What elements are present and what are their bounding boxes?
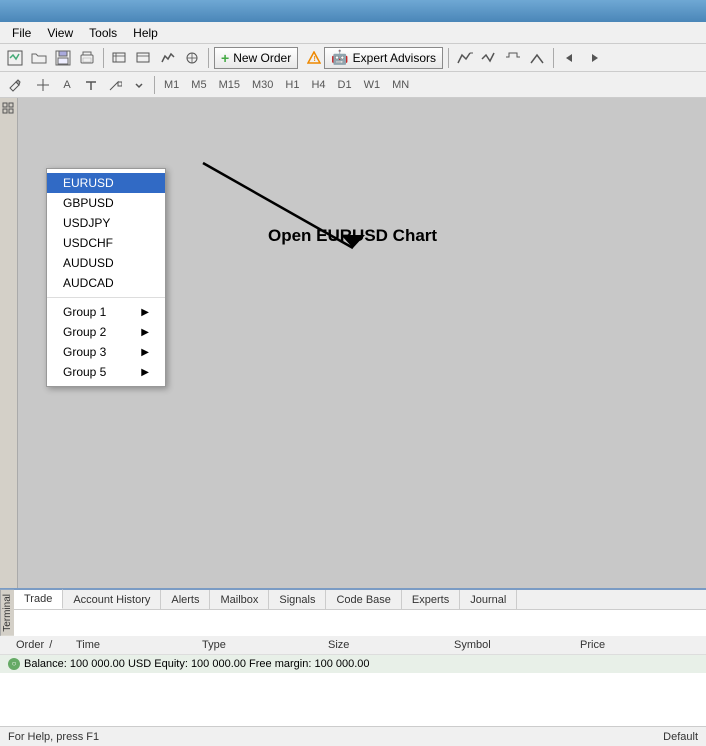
tf-mn[interactable]: MN — [387, 77, 414, 93]
submenu-arrow-group1: ▶ — [141, 307, 149, 318]
col-price: Price — [572, 638, 698, 652]
expert-advisors-button[interactable]: 🤖 Expert Advisors — [324, 47, 443, 69]
sep3 — [448, 48, 449, 68]
alert-icon: ! — [306, 50, 322, 66]
tb-text[interactable] — [80, 74, 102, 96]
dropdown-item-usdchf[interactable]: USDCHF — [47, 233, 165, 253]
col-order: Order / — [8, 638, 68, 652]
app: File View Tools Help — [0, 0, 706, 746]
tab-mailbox[interactable]: Mailbox — [210, 590, 269, 609]
symbol-dropdown-menu: EURUSD GBPUSD USDJPY USDCHF AUDUSD AUDCA… — [46, 168, 166, 387]
new-order-button[interactable]: + New Order — [214, 47, 298, 69]
submenu-arrow-group5: ▶ — [141, 367, 149, 378]
status-bar: For Help, press F1 Default — [0, 726, 706, 746]
menu-help[interactable]: Help — [125, 24, 166, 42]
tf-h4[interactable]: H4 — [306, 77, 330, 93]
tab-alerts[interactable]: Alerts — [161, 590, 210, 609]
tab-experts[interactable]: Experts — [402, 590, 460, 609]
terminal-panel-header: Terminal Trade Account History Alerts Ma… — [0, 590, 706, 636]
dropdown-item-gbpusd[interactable]: GBPUSD — [47, 193, 165, 213]
status-default-text: Default — [663, 731, 698, 743]
sidebar-icon1[interactable] — [2, 102, 16, 116]
tf-m15[interactable]: M15 — [214, 77, 245, 93]
tb-dropdown[interactable] — [128, 74, 150, 96]
tab-bar: Trade Account History Alerts Mailbox Sig… — [14, 590, 706, 610]
sep2 — [208, 48, 209, 68]
zoom-out-button[interactable] — [133, 47, 155, 69]
col-type: Type — [194, 638, 320, 652]
scroll-right-button[interactable] — [583, 47, 605, 69]
print-button[interactable] — [76, 47, 98, 69]
fixed-scale-button[interactable] — [502, 47, 524, 69]
tb-crosshair[interactable] — [32, 74, 54, 96]
tab-journal[interactable]: Journal — [460, 590, 517, 609]
menu-tools[interactable]: Tools — [81, 24, 125, 42]
chart-type-button[interactable] — [157, 47, 179, 69]
col-size: Size — [320, 638, 446, 652]
tab-account-history[interactable]: Account History — [63, 590, 161, 609]
menu-bar: File View Tools Help — [0, 22, 706, 44]
submenu-arrow-group2: ▶ — [141, 327, 149, 338]
dropdown-item-group3[interactable]: Group 3 ▶ — [47, 342, 165, 362]
tf-d1[interactable]: D1 — [333, 77, 357, 93]
status-help-text: For Help, press F1 — [8, 731, 99, 743]
tab-signals[interactable]: Signals — [269, 590, 326, 609]
toolbar2-timeframes: A M1 M5 M15 M30 H1 H4 D1 W1 MN — [0, 72, 706, 98]
annotation-text: Open EURUSD Chart — [268, 226, 437, 246]
dropdown-item-eurusd[interactable]: EURUSD — [47, 173, 165, 193]
tf-m1[interactable]: M1 — [159, 77, 184, 93]
open-button[interactable] — [28, 47, 50, 69]
tf-sep1 — [154, 76, 155, 94]
dropdown-sep — [47, 297, 165, 298]
balance-row: ○ Balance: 100 000.00 USD Equity: 100 00… — [0, 655, 706, 673]
auto-scale-button[interactable] — [526, 47, 548, 69]
tb-pencil[interactable] — [4, 74, 26, 96]
dropdown-item-audusd[interactable]: AUDUSD — [47, 253, 165, 273]
toolbar: + New Order ! 🤖 Expert Advisors — [0, 44, 706, 72]
new-chart-button[interactable] — [4, 47, 26, 69]
title-bar — [0, 0, 706, 22]
terminal-side-label: Terminal — [0, 590, 14, 636]
dropdown-item-audcad[interactable]: AUDCAD — [47, 273, 165, 293]
dropdown-item-group2[interactable]: Group 2 ▶ — [47, 322, 165, 342]
indicator-button[interactable] — [181, 47, 203, 69]
tf-w1[interactable]: W1 — [359, 77, 386, 93]
zoom-in-button[interactable] — [109, 47, 131, 69]
col-symbol: Symbol — [446, 638, 572, 652]
tab-code-base[interactable]: Code Base — [326, 590, 401, 609]
col-time: Time — [68, 638, 194, 652]
tab-trade[interactable]: Trade — [14, 589, 63, 609]
scroll-left-button[interactable] — [559, 47, 581, 69]
save-button[interactable] — [52, 47, 74, 69]
zoom-chart-out[interactable] — [478, 47, 500, 69]
balance-icon: ○ — [8, 658, 20, 670]
svg-text:!: ! — [314, 56, 316, 63]
tf-m5[interactable]: M5 — [186, 77, 211, 93]
menu-view[interactable]: View — [39, 24, 81, 42]
menu-file[interactable]: File — [4, 24, 39, 42]
submenu-arrow-group3: ▶ — [141, 347, 149, 358]
table-header: Order / Time Type Size Symbol Price — [0, 636, 706, 655]
sep1 — [103, 48, 104, 68]
sep4 — [553, 48, 554, 68]
dropdown-item-usdjpy[interactable]: USDJPY — [47, 213, 165, 233]
bottom-panel: Terminal Trade Account History Alerts Ma… — [0, 588, 706, 726]
tf-h1[interactable]: H1 — [280, 77, 304, 93]
dropdown-item-group5[interactable]: Group 5 ▶ — [47, 362, 165, 382]
zoom-chart-in[interactable] — [454, 47, 476, 69]
dropdown-item-group1[interactable]: Group 1 ▶ — [47, 302, 165, 322]
tf-m30[interactable]: M30 — [247, 77, 278, 93]
tb-arrow[interactable] — [104, 74, 126, 96]
balance-text: Balance: 100 000.00 USD Equity: 100 000.… — [24, 658, 370, 670]
tb-period-sep[interactable]: A — [56, 74, 78, 96]
